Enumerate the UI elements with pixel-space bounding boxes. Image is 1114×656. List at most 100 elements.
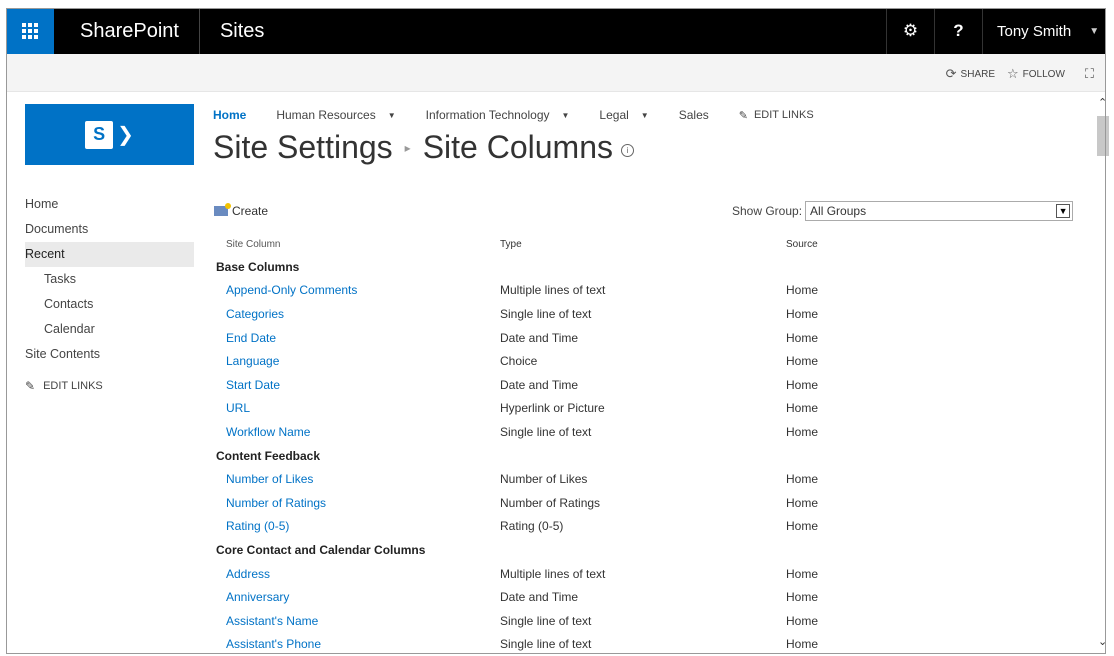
- user-menu[interactable]: Tony Smith ▼: [982, 8, 1106, 54]
- site-column-link[interactable]: Assistant's Name: [214, 614, 500, 628]
- info-icon[interactable]: i: [620, 144, 634, 157]
- nav-item-tasks[interactable]: Tasks: [25, 267, 194, 292]
- header-source: Source: [786, 238, 818, 250]
- column-type: Choice: [500, 354, 538, 369]
- site-column-link[interactable]: Address: [214, 567, 500, 581]
- column-type: Single line of text: [500, 637, 592, 652]
- column-type: Single line of text: [500, 613, 592, 628]
- table-row: Language Choice Home: [214, 349, 1084, 373]
- caret-down-icon: ▼: [1089, 25, 1100, 37]
- column-source: Home: [786, 566, 819, 581]
- table-row: Anniversary Date and Time Home: [214, 585, 1084, 609]
- follow-button[interactable]: ☆ FOLLOW: [1007, 66, 1065, 82]
- table-row: Categories Single line of text Home: [214, 302, 1084, 326]
- site-column-link[interactable]: Rating (0-5): [214, 519, 500, 533]
- site-column-link[interactable]: End Date: [214, 331, 500, 345]
- site-column-link[interactable]: Number of Ratings: [214, 496, 500, 510]
- topnav-legal[interactable]: Legal ▼: [599, 108, 648, 122]
- group-heading: Core Contact and Calendar Columns: [216, 542, 426, 557]
- nav-item-documents[interactable]: Documents: [25, 217, 194, 242]
- table-row: Assistant's Name Single line of text Hom…: [214, 609, 1084, 633]
- follow-label: FOLLOW: [1022, 68, 1065, 80]
- table-row: Assistant's Phone Single line of text Ho…: [214, 633, 1084, 656]
- topnav-sales[interactable]: Sales: [679, 108, 709, 122]
- topnav-legal-label: Legal: [599, 108, 629, 122]
- topnav-edit-links-button[interactable]: ✎ EDIT LINKS: [739, 109, 814, 122]
- header-type: Type: [500, 238, 522, 250]
- column-type: Rating (0-5): [500, 519, 564, 534]
- site-column-link[interactable]: URL: [214, 401, 500, 415]
- site-column-link[interactable]: Workflow Name: [214, 425, 500, 439]
- share-button[interactable]: ⟳ SHARE: [946, 66, 995, 82]
- topnav-hr-label: Human Resources: [276, 108, 376, 122]
- topnav-information-technology[interactable]: Information Technology ▼: [426, 108, 570, 122]
- left-edit-links-label: EDIT LINKS: [43, 380, 103, 392]
- column-source: Home: [786, 354, 819, 369]
- vertical-scrollbar[interactable]: ⌃ ⌄: [1094, 92, 1112, 652]
- column-source: Home: [786, 424, 819, 439]
- topnav-human-resources[interactable]: Human Resources ▼: [276, 108, 395, 122]
- left-edit-links-button[interactable]: ✎ EDIT LINKS: [25, 379, 194, 393]
- create-button[interactable]: Create: [214, 203, 269, 218]
- column-type: Multiple lines of text: [500, 283, 606, 298]
- sites-link[interactable]: Sites: [200, 8, 264, 54]
- scrollbar-thumb[interactable]: [1097, 116, 1109, 156]
- column-source: Home: [786, 306, 819, 321]
- site-column-link[interactable]: Language: [214, 354, 500, 368]
- header-site-column: Site Column: [226, 238, 281, 250]
- column-source: Home: [786, 613, 819, 628]
- help-button[interactable]: ?: [934, 8, 982, 54]
- nav-item-site-contents[interactable]: Site Contents: [25, 342, 194, 367]
- focus-content-icon[interactable]: ⛶: [1085, 66, 1094, 82]
- column-type: Date and Time: [500, 377, 579, 392]
- nav-item-calendar[interactable]: Calendar: [25, 317, 194, 342]
- column-type: Date and Time: [500, 330, 579, 345]
- table-row: Number of Likes Number of Likes Home: [214, 467, 1084, 491]
- table-row: Number of Ratings Number of Ratings Home: [214, 491, 1084, 515]
- nav-item-recent[interactable]: Recent: [25, 242, 194, 267]
- chevron-down-icon[interactable]: ⌄: [1098, 635, 1107, 648]
- column-type: Date and Time: [500, 590, 579, 605]
- topnav-home[interactable]: Home: [213, 108, 246, 122]
- column-type: Single line of text: [500, 424, 592, 439]
- pencil-icon: ✎: [738, 109, 748, 122]
- chevron-down-icon: ▼: [1056, 204, 1071, 218]
- site-column-link[interactable]: Anniversary: [214, 590, 500, 604]
- table-row: Address Multiple lines of text Home: [214, 562, 1084, 586]
- top-navigation: Home Human Resources ▼ Information Techn…: [213, 108, 844, 122]
- column-source: Home: [786, 495, 819, 510]
- settings-button[interactable]: ⚙: [886, 8, 934, 54]
- table-row: Workflow Name Single line of text Home: [214, 420, 1084, 444]
- site-column-link[interactable]: Categories: [214, 307, 500, 321]
- table-header: Site Column Type Source: [214, 233, 1084, 255]
- show-group-select[interactable]: All Groups ▼: [805, 201, 1074, 221]
- show-group-label: Show Group:: [732, 204, 803, 218]
- create-label: Create: [232, 204, 269, 218]
- column-source: Home: [786, 377, 819, 392]
- site-logo[interactable]: S ❯: [25, 104, 194, 165]
- site-column-link[interactable]: Assistant's Phone: [214, 637, 500, 651]
- star-icon: ☆: [1007, 66, 1019, 81]
- column-source: Home: [786, 637, 819, 652]
- table-row: Rating (0-5) Rating (0-5) Home: [214, 515, 1084, 539]
- app-launcher-button[interactable]: [6, 8, 54, 54]
- show-group-filter: Show Group: All Groups ▼: [732, 201, 1074, 221]
- site-column-link[interactable]: Number of Likes: [214, 472, 500, 486]
- gear-icon: ⚙: [902, 21, 919, 40]
- brand-link[interactable]: SharePoint: [54, 8, 200, 54]
- chevron-up-icon[interactable]: ⌃: [1098, 96, 1107, 109]
- dropdown-arrow-icon: ▼: [640, 110, 649, 120]
- breadcrumb-site-settings[interactable]: Site Settings: [213, 129, 393, 166]
- page-title: Site Settings ▸ Site Columns i: [213, 129, 634, 166]
- column-source: Home: [786, 472, 819, 487]
- breadcrumb-separator-icon: ▸: [404, 140, 411, 155]
- waffle-icon: [22, 23, 38, 39]
- topnav-edit-links-label: EDIT LINKS: [753, 109, 814, 121]
- site-column-link[interactable]: Append-Only Comments: [214, 283, 500, 297]
- nav-item-home[interactable]: Home: [25, 192, 194, 217]
- column-source: Home: [786, 519, 819, 534]
- column-type: Number of Ratings: [500, 495, 601, 510]
- site-column-link[interactable]: Start Date: [214, 378, 500, 392]
- column-source: Home: [786, 283, 819, 298]
- nav-item-contacts[interactable]: Contacts: [25, 292, 194, 317]
